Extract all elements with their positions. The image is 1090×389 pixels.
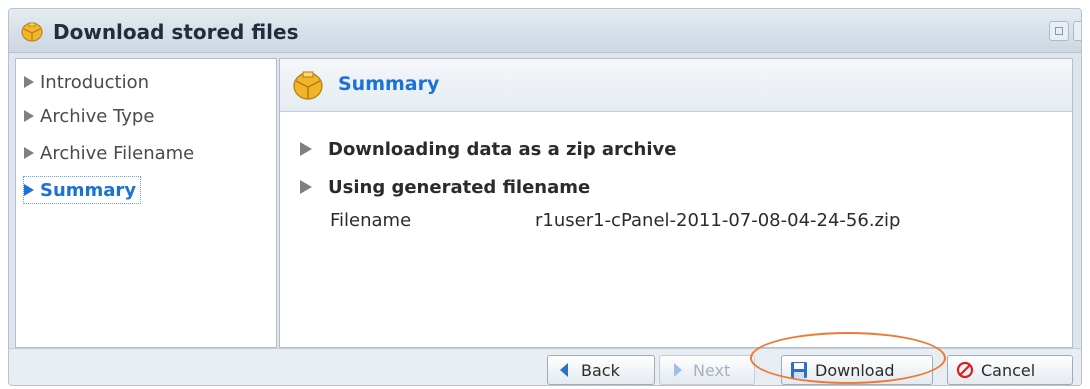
arrow-right-icon xyxy=(24,76,34,88)
arrow-right-icon xyxy=(300,142,312,156)
dialog-footer: Back Next Download Cancel xyxy=(9,348,1081,385)
step-label: Archive Filename xyxy=(40,142,195,164)
window-title: Download stored files xyxy=(53,20,299,44)
back-label: Back xyxy=(581,360,620,380)
step-label: Summary xyxy=(40,179,137,201)
package-icon xyxy=(21,22,43,42)
filename-label: Filename xyxy=(330,210,412,231)
filename-value: r1user1-cPanel-2011-07-08-04-24-56.zip xyxy=(535,210,901,231)
minimize-button[interactable] xyxy=(1049,21,1069,41)
arrow-right-icon xyxy=(300,180,312,194)
cancel-icon xyxy=(956,361,974,379)
cancel-label: Cancel xyxy=(981,360,1036,380)
summary-header: Summary xyxy=(280,59,1072,112)
arrow-right-icon xyxy=(24,110,34,122)
summary-item-text: Using generated filename xyxy=(328,176,591,198)
summary-item-text: Downloading data as a zip archive xyxy=(328,138,677,160)
arrow-left-icon xyxy=(560,363,568,377)
back-button[interactable]: Back xyxy=(547,355,655,385)
step-label: Archive Type xyxy=(40,105,155,127)
summary-title: Summary xyxy=(338,73,440,95)
step-introduction[interactable]: Introduction xyxy=(24,69,149,95)
step-summary[interactable]: Summary xyxy=(23,176,142,204)
floppy-disk-icon xyxy=(791,362,807,378)
summary-panel: Summary Downloading data as a zip archiv… xyxy=(279,58,1073,348)
step-archive-filename[interactable]: Archive Filename xyxy=(24,140,194,166)
wizard-steps-sidebar: Introduction Archive Type Archive Filena… xyxy=(15,58,277,348)
summary-item: Using generated filename xyxy=(300,174,590,200)
close-button[interactable] xyxy=(1073,21,1081,41)
next-button[interactable]: Next xyxy=(659,355,755,385)
arrow-right-icon xyxy=(24,147,34,159)
step-archive-type[interactable]: Archive Type xyxy=(24,103,154,129)
download-dialog: Download stored files Introduction Archi… xyxy=(8,8,1082,386)
download-button[interactable]: Download xyxy=(781,355,933,385)
download-label: Download xyxy=(815,360,895,380)
cancel-button[interactable]: Cancel xyxy=(947,355,1073,385)
next-label: Next xyxy=(693,360,731,380)
titlebar[interactable]: Download stored files xyxy=(9,9,1081,53)
arrow-right-icon xyxy=(674,363,682,377)
step-label: Introduction xyxy=(40,71,150,93)
arrow-right-icon xyxy=(24,184,34,196)
summary-item: Downloading data as a zip archive xyxy=(300,136,676,162)
package-icon xyxy=(293,71,323,100)
